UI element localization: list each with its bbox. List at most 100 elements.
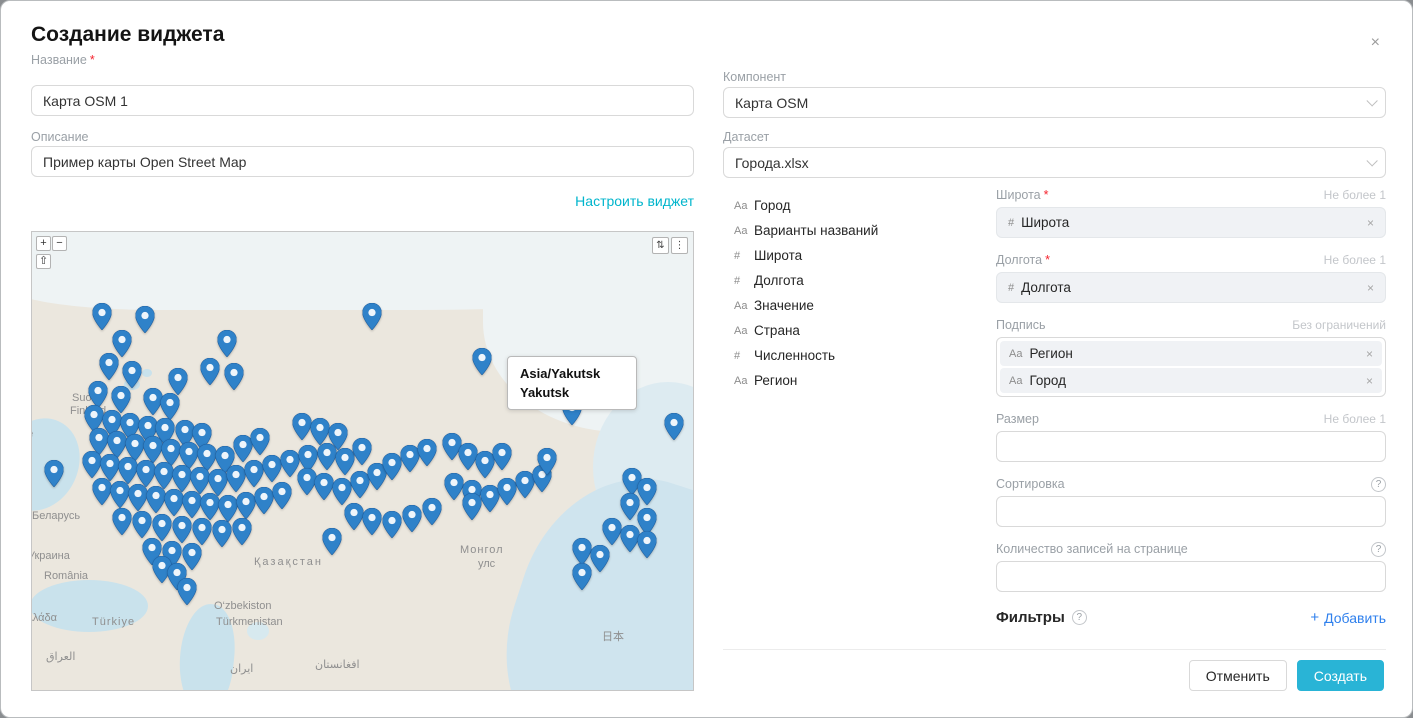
- configure-widget-link[interactable]: Настроить виджет: [575, 193, 694, 209]
- help-icon[interactable]: ?: [1371, 542, 1386, 557]
- field-list-item[interactable]: #Численность: [734, 343, 984, 368]
- remove-icon[interactable]: ×: [1366, 347, 1373, 361]
- fit-bounds-button[interactable]: ⇧: [36, 254, 51, 269]
- map-marker-pin[interactable]: [137, 460, 156, 487]
- map-marker-pin[interactable]: [311, 418, 330, 445]
- map-marker-pin[interactable]: [165, 489, 184, 516]
- field-list-item[interactable]: AaГород: [734, 193, 984, 218]
- map-marker-pin[interactable]: [112, 386, 131, 413]
- map-marker-pin[interactable]: [169, 368, 188, 395]
- map-marker-pin[interactable]: [161, 393, 180, 420]
- map-marker-pin[interactable]: [45, 460, 64, 487]
- map-marker-pin[interactable]: [255, 487, 274, 514]
- map-marker-pin[interactable]: [403, 505, 422, 532]
- map-marker-pin[interactable]: [363, 303, 382, 330]
- dataset-select[interactable]: Города.xlsx: [723, 147, 1386, 178]
- map-marker-pin[interactable]: [251, 428, 270, 455]
- map-marker-pin[interactable]: [100, 353, 119, 380]
- map-marker-pin[interactable]: [89, 381, 108, 408]
- remove-icon[interactable]: ×: [1367, 216, 1374, 230]
- cancel-button[interactable]: Отменить: [1189, 660, 1287, 691]
- map-marker-pin[interactable]: [603, 518, 622, 545]
- map-marker-pin[interactable]: [591, 545, 610, 572]
- map-marker-pin[interactable]: [225, 363, 244, 390]
- map-marker-pin[interactable]: [423, 498, 442, 525]
- map-marker-pin[interactable]: [245, 460, 264, 487]
- map-marker-pin[interactable]: [129, 484, 148, 511]
- zoom-in-button[interactable]: +: [36, 236, 51, 251]
- map-preview[interactable]: SverigeSuomiFinlandБеларусьУкраинаRomâni…: [31, 231, 694, 691]
- create-button[interactable]: Создать: [1297, 660, 1384, 691]
- size-input[interactable]: [996, 431, 1386, 462]
- field-list-item[interactable]: AaСтрана: [734, 318, 984, 343]
- map-marker-pin[interactable]: [498, 478, 517, 505]
- map-marker-pin[interactable]: [209, 469, 228, 496]
- description-input[interactable]: [31, 146, 694, 177]
- map-marker-pin[interactable]: [147, 486, 166, 513]
- map-marker-pin[interactable]: [173, 516, 192, 543]
- component-select[interactable]: Карта OSM: [723, 87, 1386, 118]
- map-marker-pin[interactable]: [383, 511, 402, 538]
- map-marker-pin[interactable]: [333, 478, 352, 505]
- map-marker-pin[interactable]: [101, 454, 120, 481]
- caption-chip[interactable]: Aa Регион ×: [1000, 341, 1382, 366]
- map-marker-pin[interactable]: [418, 439, 437, 466]
- map-marker-pin[interactable]: [113, 508, 132, 535]
- map-marker-pin[interactable]: [201, 358, 220, 385]
- close-icon[interactable]: ×: [1365, 34, 1386, 52]
- map-marker-pin[interactable]: [538, 448, 557, 475]
- add-filter-link[interactable]: + Добавить: [1310, 609, 1386, 626]
- map-marker-pin[interactable]: [463, 493, 482, 520]
- map-marker-pin[interactable]: [193, 518, 212, 545]
- map-marker-pin[interactable]: [218, 330, 237, 357]
- field-list-item[interactable]: AaРегион: [734, 368, 984, 393]
- remove-icon[interactable]: ×: [1367, 281, 1374, 295]
- caption-chip[interactable]: Aa Город ×: [1000, 368, 1382, 393]
- map-marker-pin[interactable]: [123, 361, 142, 388]
- help-icon[interactable]: ?: [1371, 477, 1386, 492]
- latitude-field[interactable]: # Широта ×: [996, 207, 1386, 238]
- map-marker-pin[interactable]: [363, 508, 382, 535]
- map-marker-pin[interactable]: [318, 443, 337, 470]
- caption-field[interactable]: Aa Регион × Aa Город ×: [996, 337, 1386, 397]
- map-marker-pin[interactable]: [173, 465, 192, 492]
- map-marker-pin[interactable]: [111, 481, 130, 508]
- map-marker-pin[interactable]: [345, 503, 364, 530]
- map-marker-pin[interactable]: [293, 413, 312, 440]
- name-input[interactable]: [31, 85, 694, 116]
- map-marker-pin[interactable]: [233, 518, 252, 545]
- zoom-out-button[interactable]: −: [52, 236, 67, 251]
- map-marker-pin[interactable]: [638, 531, 657, 558]
- map-marker-pin[interactable]: [183, 491, 202, 518]
- sort-input[interactable]: [996, 496, 1386, 527]
- help-icon[interactable]: ?: [1072, 610, 1087, 625]
- field-list-item[interactable]: #Долгота: [734, 268, 984, 293]
- map-marker-pin[interactable]: [573, 538, 592, 565]
- map-marker-pin[interactable]: [201, 493, 220, 520]
- remove-icon[interactable]: ×: [1366, 374, 1373, 388]
- map-marker-pin[interactable]: [153, 514, 172, 541]
- map-marker-pin[interactable]: [473, 348, 492, 375]
- longitude-field[interactable]: # Долгота ×: [996, 272, 1386, 303]
- map-marker-pin[interactable]: [445, 473, 464, 500]
- page-size-input[interactable]: [996, 561, 1386, 592]
- field-list-item[interactable]: AaВарианты названий: [734, 218, 984, 243]
- map-marker-pin[interactable]: [119, 457, 138, 484]
- map-marker-pin[interactable]: [133, 511, 152, 538]
- map-marker-pin[interactable]: [493, 443, 512, 470]
- map-marker-pin[interactable]: [93, 478, 112, 505]
- field-list-item[interactable]: AaЗначение: [734, 293, 984, 318]
- field-list-item[interactable]: #Широта: [734, 243, 984, 268]
- map-marker-pin[interactable]: [263, 455, 282, 482]
- map-marker-pin[interactable]: [237, 492, 256, 519]
- map-marker-pin[interactable]: [638, 478, 657, 505]
- kebab-menu-icon[interactable]: ⋮: [671, 237, 688, 254]
- map-marker-pin[interactable]: [383, 453, 402, 480]
- map-marker-pin[interactable]: [315, 473, 334, 500]
- map-marker-pin[interactable]: [353, 438, 372, 465]
- map-marker-pin[interactable]: [191, 467, 210, 494]
- sort-icon[interactable]: ⇅: [652, 237, 669, 254]
- map-marker-pin[interactable]: [213, 520, 232, 547]
- map-marker-pin[interactable]: [144, 436, 163, 463]
- map-marker-pin[interactable]: [323, 528, 342, 555]
